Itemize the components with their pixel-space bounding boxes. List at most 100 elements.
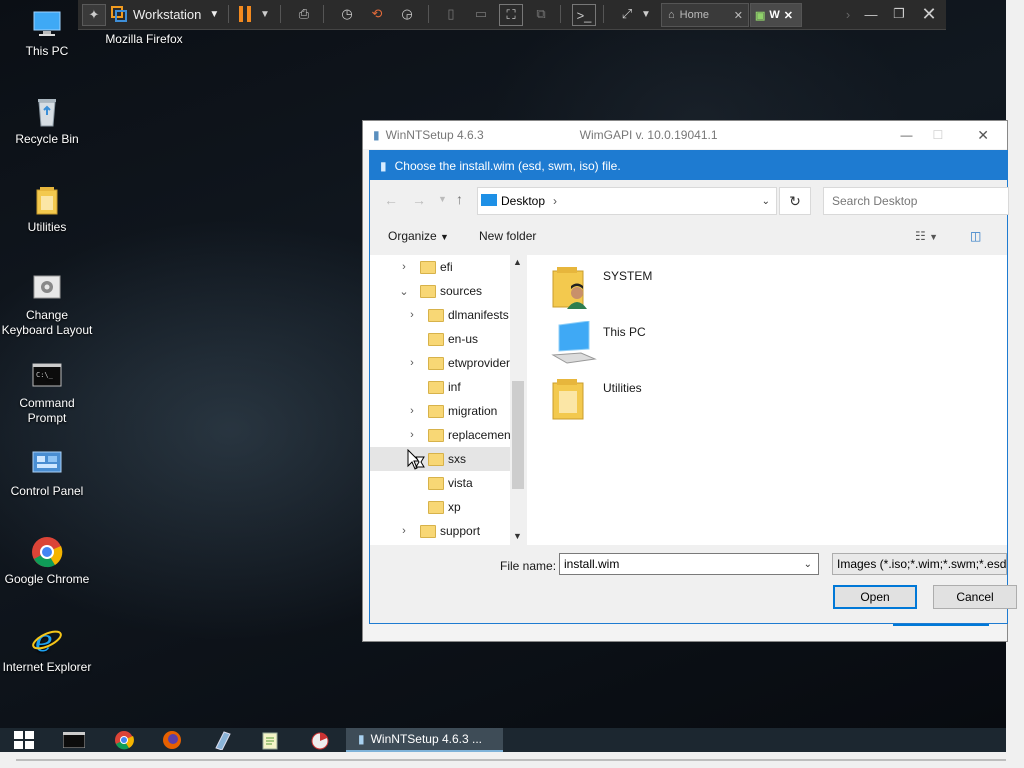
chevron-right-icon[interactable]: › <box>553 194 557 208</box>
tab-vm[interactable]: ▣ W ✕ <box>750 3 802 27</box>
window-subtitle: WimGAPI v. 10.0.19041.1 <box>579 128 718 142</box>
forward-arrow-icon[interactable]: → <box>412 192 426 208</box>
desktop-icon-google-chrome[interactable]: Google Chrome <box>0 536 94 587</box>
tab-label: Home <box>679 9 709 21</box>
taskbar-winntsetup[interactable]: ▮ WinNTSetup 4.6.3 ... <box>346 728 503 752</box>
folder-icon <box>420 284 436 298</box>
chevron-down-icon[interactable]: ⌄ <box>398 285 410 298</box>
maximize-icon[interactable]: ☐ <box>933 128 944 142</box>
up-arrow-icon[interactable]: ↑ <box>456 191 463 207</box>
desktop-icon-command-prompt[interactable]: C:\_ Command Prompt <box>0 360 94 426</box>
stretch-icon[interactable]: ⤢ <box>616 4 638 24</box>
snapshot-icon[interactable]: ◷ <box>336 4 358 24</box>
taskbar-command-prompt[interactable] <box>56 728 92 752</box>
chevron-right-icon[interactable]: › <box>406 429 418 441</box>
winntsetup-icon: ▮ <box>373 128 380 142</box>
search-input[interactable]: Search Desktop <box>823 187 1009 215</box>
file-item-utilities[interactable]: Utilities <box>551 377 642 427</box>
taskbar-partition-tool[interactable] <box>302 728 338 752</box>
scroll-down-icon[interactable]: ▼ <box>513 531 522 541</box>
file-name-input[interactable]: install.wim ⌄ <box>559 553 819 575</box>
desktop-icon-recycle-bin[interactable]: Recycle Bin <box>0 96 94 147</box>
taskbar-tool[interactable] <box>204 728 240 752</box>
close-icon[interactable]: ✕ <box>977 127 989 144</box>
file-item-system[interactable]: SYSTEM <box>551 265 652 315</box>
unity-icon[interactable]: ⧉ <box>530 4 552 24</box>
pin-icon[interactable]: ✦ <box>82 4 106 26</box>
recent-locations-icon[interactable]: ▼ <box>438 194 447 204</box>
taskbar-chrome[interactable] <box>106 728 142 752</box>
tab-scroll-right-icon[interactable]: › <box>840 4 856 24</box>
thumbnail-icon[interactable]: ▭ <box>470 4 492 24</box>
tree-item-sources[interactable]: ⌄ sources <box>370 279 510 303</box>
desktop-icon-internet-explorer[interactable]: e Internet Explorer <box>0 624 94 675</box>
show-library-icon[interactable]: ▯ <box>440 4 462 24</box>
close-icon[interactable]: ✕ <box>734 9 743 22</box>
close-icon[interactable]: ✕ <box>784 9 793 22</box>
cancel-button[interactable]: Cancel <box>933 585 1017 609</box>
minimize-icon[interactable]: — <box>860 4 882 24</box>
separator <box>603 5 604 23</box>
desktop-icon-change-keyboard-layout[interactable]: Change Keyboard Layout <box>0 272 94 338</box>
tree-item-replacementmanifests[interactable]: › replacementmanifests <box>370 423 510 447</box>
chevron-down-icon: ▼ <box>209 8 220 20</box>
scrollbar-thumb[interactable] <box>512 381 524 489</box>
file-type-filter[interactable]: Images (*.iso;*.wim;*.swm;*.esd) <box>832 553 1007 575</box>
address-bar[interactable]: Desktop › ⌄ <box>477 187 777 215</box>
desktop-icon-label: This PC <box>25 44 69 58</box>
view-options-icon[interactable]: ☷ ▼ <box>915 229 938 243</box>
open-button[interactable]: Open <box>833 585 917 609</box>
chevron-right-icon[interactable]: › <box>398 525 410 537</box>
folder-icon <box>428 476 444 490</box>
file-item-this-pc[interactable]: This PC <box>551 320 646 371</box>
taskbar-app-label: WinNTSetup 4.6.3 ... <box>370 732 482 746</box>
tree-scrollbar[interactable]: ▲ ▼ <box>510 255 526 545</box>
send-ctrl-alt-del-icon[interactable]: ⎙ <box>293 4 315 24</box>
desktop-icon-control-panel[interactable]: Control Panel <box>0 448 94 499</box>
chevron-down-icon[interactable]: ⌄ <box>804 559 812 570</box>
organize-button[interactable]: Organize ▼ <box>388 229 449 243</box>
workstation-menu[interactable]: Workstation ▼ <box>133 4 223 24</box>
tree-item-efi[interactable]: › efi <box>370 255 510 279</box>
tree-item-sxs[interactable]: sxs <box>370 447 510 471</box>
pause-icon[interactable] <box>234 4 256 24</box>
minimize-icon[interactable]: — <box>901 128 913 142</box>
folder-icon <box>428 500 444 514</box>
preview-pane-icon[interactable]: ◫ <box>970 229 981 243</box>
desktop-icon-label: Control Panel <box>10 484 84 498</box>
chevron-right-icon[interactable]: › <box>406 357 418 369</box>
tab-home[interactable]: ⌂ Home ✕ <box>661 3 749 27</box>
stretch-dropdown-icon[interactable]: ▼ <box>640 4 652 24</box>
new-folder-button[interactable]: New folder <box>479 229 536 243</box>
host-horizontal-scrollbar[interactable] <box>0 752 1006 768</box>
disk-tool-icon <box>215 731 231 750</box>
taskbar-firefox[interactable] <box>154 728 190 752</box>
tree-item-dlmanifests[interactable]: › dlmanifests <box>370 303 510 327</box>
vm-icon: ▣ <box>755 9 766 22</box>
revert-snapshot-icon[interactable]: ⟲ <box>366 4 388 24</box>
tree-item-en-us[interactable]: en-us <box>370 327 510 351</box>
chevron-down-icon[interactable]: ⌄ <box>762 196 770 207</box>
scroll-up-icon[interactable]: ▲ <box>513 257 522 267</box>
start-button[interactable] <box>6 728 42 752</box>
tree-item-support[interactable]: › support <box>370 519 510 543</box>
close-icon[interactable]: ✕ <box>918 4 940 24</box>
tree-item-vista[interactable]: vista <box>370 471 510 495</box>
chevron-right-icon[interactable]: › <box>406 309 418 321</box>
snapshot-manager-icon[interactable]: ◶ <box>396 4 418 24</box>
back-arrow-icon[interactable]: ← <box>384 192 398 208</box>
tree-item-etwproviders[interactable]: › etwproviders <box>370 351 510 375</box>
refresh-button[interactable]: ↻ <box>779 187 811 215</box>
tree-item-inf[interactable]: inf <box>370 375 510 399</box>
console-view-icon[interactable]: >_ <box>572 4 596 26</box>
restore-icon[interactable]: ❐ <box>888 4 910 24</box>
taskbar-notepad[interactable] <box>252 728 288 752</box>
full-screen-icon[interactable]: ⛶ <box>499 4 523 26</box>
tree-item-migration[interactable]: › migration <box>370 399 510 423</box>
tree-item-xp[interactable]: xp <box>370 495 510 519</box>
chevron-right-icon[interactable]: › <box>398 261 410 273</box>
svg-text:C:\_: C:\_ <box>36 371 54 379</box>
power-dropdown-icon[interactable]: ▼ <box>258 4 272 24</box>
desktop-icon-utilities[interactable]: Utilities <box>0 184 94 235</box>
chevron-right-icon[interactable]: › <box>406 405 418 417</box>
